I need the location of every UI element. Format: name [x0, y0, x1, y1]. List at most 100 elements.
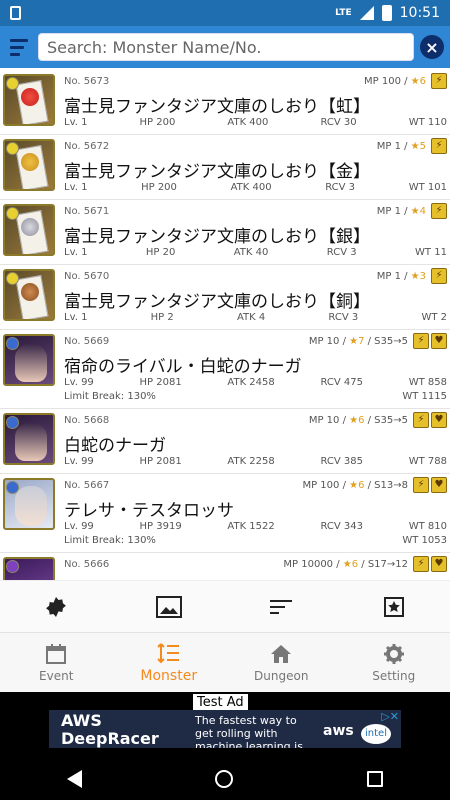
- filter-toolbar: [0, 580, 450, 632]
- monster-mp: MP 1 / ★3: [376, 271, 426, 282]
- list-item[interactable]: No. 5668 MP 10 / ★6 / S35→5 ⚡ ♥ 白蛇のナーガ L…: [0, 409, 450, 474]
- ad-container: Test Ad AWS DeepRacer League The fastest…: [0, 692, 450, 758]
- monster-thumbnail: [3, 74, 55, 126]
- limit-break: Limit Break: 130% WT 1053: [64, 535, 447, 546]
- sort-order-icon: [157, 642, 179, 663]
- list-item[interactable]: No. 5666 MP 10000 / ★6 / S17→12 ⚡ ♥: [0, 553, 450, 580]
- notification-icon: [10, 6, 21, 20]
- list-item[interactable]: No. 5669 MP 10 / ★7 / S35→5 ⚡ ♥ 宿命のライバル・…: [0, 330, 450, 409]
- limit-break: Limit Break: 130% WT 1115: [64, 391, 447, 402]
- system-navigation: [0, 758, 450, 800]
- calendar-icon: [46, 643, 67, 664]
- monster-thumbnail: [3, 204, 55, 256]
- list-item[interactable]: No. 5671 MP 1 / ★4 ⚡ 富士見ファンタジア文庫のしおり【銀】 …: [0, 200, 450, 265]
- monster-stats: Lv. 1 HP 20 ATK 40 RCV 3 WT 11: [64, 247, 447, 258]
- monster-number: No. 5673: [64, 76, 110, 87]
- recent-apps-icon[interactable]: [367, 771, 384, 787]
- list-item[interactable]: No. 5673 MP 100 / ★6 ⚡ 富士見ファンタジア文庫のしおり【虹…: [0, 70, 450, 135]
- badge-filter-icon[interactable]: [36, 587, 76, 627]
- search-input[interactable]: Search: Monster Name/No.: [38, 33, 414, 61]
- image-view-icon[interactable]: [149, 587, 189, 627]
- monster-stats: Lv. 1 HP 2 ATK 4 RCV 3 WT 2: [64, 312, 447, 323]
- clear-search-icon[interactable]: ×: [420, 35, 444, 59]
- monster-mp: MP 10 / ★6 / S35→5: [308, 415, 408, 426]
- nav-label-setting: Setting: [372, 668, 416, 683]
- monster-thumbnail: [3, 478, 55, 530]
- monster-name: 富士見ファンタジア文庫のしおり【銅】: [64, 292, 370, 312]
- clock: 10:51: [399, 5, 440, 21]
- super-awakening-icon: ♥: [431, 556, 447, 572]
- nav-label-monster: Monster: [140, 667, 198, 684]
- super-awakening-icon: ♥: [431, 412, 447, 428]
- monster-stats: Lv. 1 HP 200 ATK 400 RCV 3 WT 101: [64, 182, 447, 193]
- monster-thumbnail: [3, 334, 55, 386]
- monster-mp: MP 100 / ★6: [364, 76, 426, 87]
- back-icon[interactable]: [66, 770, 82, 788]
- awakening-icon: ⚡: [431, 138, 447, 154]
- ad-close-icon[interactable]: ▷✕: [381, 710, 399, 723]
- awakening-icon: ⚡: [413, 477, 429, 493]
- monster-mp: MP 10000 / ★6 / S17→12: [283, 559, 408, 570]
- monster-stats: Lv. 99 HP 2081 ATK 2458 RCV 475 WT 858: [64, 377, 447, 388]
- list-item[interactable]: No. 5667 MP 100 / ★6 / S13→8 ⚡ ♥ テレサ・テスタ…: [0, 474, 450, 553]
- monster-number: No. 5671: [64, 206, 110, 217]
- monster-thumbnail: [3, 269, 55, 321]
- monster-name: 富士見ファンタジア文庫のしおり【虹】: [64, 97, 370, 117]
- monster-stats: Lv. 1 HP 200 ATK 400 RCV 30 WT 110: [64, 117, 447, 128]
- monster-name: 富士見ファンタジア文庫のしおり【金】: [64, 162, 370, 182]
- gear-icon: [383, 643, 404, 664]
- awakening-icon: ⚡: [413, 333, 429, 349]
- monster-number: No. 5666: [64, 559, 110, 570]
- ad-label: Test Ad: [193, 694, 248, 711]
- awakening-icon: ⚡: [431, 73, 447, 89]
- monster-number: No. 5668: [64, 415, 110, 426]
- super-awakening-icon: ♥: [431, 333, 447, 349]
- monster-mp: MP 1 / ★4: [376, 206, 426, 217]
- ad-headline: AWS DeepRacer League: [61, 711, 159, 749]
- status-bar: LTE 10:51: [0, 0, 450, 26]
- monster-thumbnail: [3, 139, 55, 191]
- bottom-navigation: Event Monster Dungeon Setting: [0, 632, 450, 692]
- awakening-icon: ⚡: [431, 268, 447, 284]
- monster-stats: Lv. 99 HP 2081 ATK 2258 RCV 385 WT 788: [64, 456, 447, 467]
- awakening-icon: ⚡: [431, 203, 447, 219]
- battery-icon: [381, 5, 392, 21]
- home-icon: [271, 644, 292, 663]
- search-toolbar: Search: Monster Name/No. ×: [0, 26, 450, 68]
- monster-thumbnail: [3, 557, 55, 580]
- list-item[interactable]: No. 5672 MP 1 / ★5 ⚡ 富士見ファンタジア文庫のしおり【金】 …: [0, 135, 450, 200]
- ad-banner[interactable]: AWS DeepRacer League The fastest way to …: [49, 710, 401, 748]
- monster-number: No. 5670: [64, 271, 110, 282]
- sort-menu-icon[interactable]: [6, 34, 32, 60]
- monster-mp: MP 100 / ★6 / S13→8: [302, 480, 408, 491]
- super-awakening-icon: ♥: [431, 477, 447, 493]
- monster-stats: Lv. 99 HP 3919 ATK 1522 RCV 343 WT 810: [64, 521, 447, 532]
- monster-name: 白蛇のナーガ: [64, 436, 166, 456]
- sort-icon[interactable]: [261, 587, 301, 627]
- monster-thumbnail: [3, 413, 55, 465]
- awakening-icon: ⚡: [413, 556, 429, 572]
- nav-label-dungeon: Dungeon: [254, 668, 309, 683]
- list-item[interactable]: No. 5670 MP 1 / ★3 ⚡ 富士見ファンタジア文庫のしおり【銅】 …: [0, 265, 450, 330]
- nav-item-setting[interactable]: Setting: [338, 633, 450, 692]
- nav-label-event: Event: [39, 668, 74, 683]
- monster-name: テレサ・テスタロッサ: [64, 501, 234, 521]
- ad-partner-logo: intel: [361, 724, 391, 744]
- ad-body: The fastest way to get rolling with mach…: [195, 714, 303, 748]
- nav-item-monster[interactable]: Monster: [113, 633, 226, 692]
- monster-mp: MP 1 / ★5: [376, 141, 426, 152]
- awakening-icon: ⚡: [413, 412, 429, 428]
- network-indicator: LTE: [335, 8, 352, 18]
- monster-list[interactable]: No. 5673 MP 100 / ★6 ⚡ 富士見ファンタジア文庫のしおり【虹…: [0, 70, 450, 580]
- nav-item-event[interactable]: Event: [0, 633, 113, 692]
- monster-mp: MP 10 / ★7 / S35→5: [308, 336, 408, 347]
- home-button-icon[interactable]: [215, 770, 234, 788]
- monster-number: No. 5672: [64, 141, 110, 152]
- monster-number: No. 5669: [64, 336, 110, 347]
- favorite-filter-icon[interactable]: [374, 587, 414, 627]
- ad-brand-logo: aws: [323, 723, 354, 739]
- monster-name: 富士見ファンタジア文庫のしおり【銀】: [64, 227, 370, 247]
- monster-name: 宿命のライバル・白蛇のナーガ: [64, 357, 302, 377]
- monster-number: No. 5667: [64, 480, 110, 491]
- nav-item-dungeon[interactable]: Dungeon: [225, 633, 338, 692]
